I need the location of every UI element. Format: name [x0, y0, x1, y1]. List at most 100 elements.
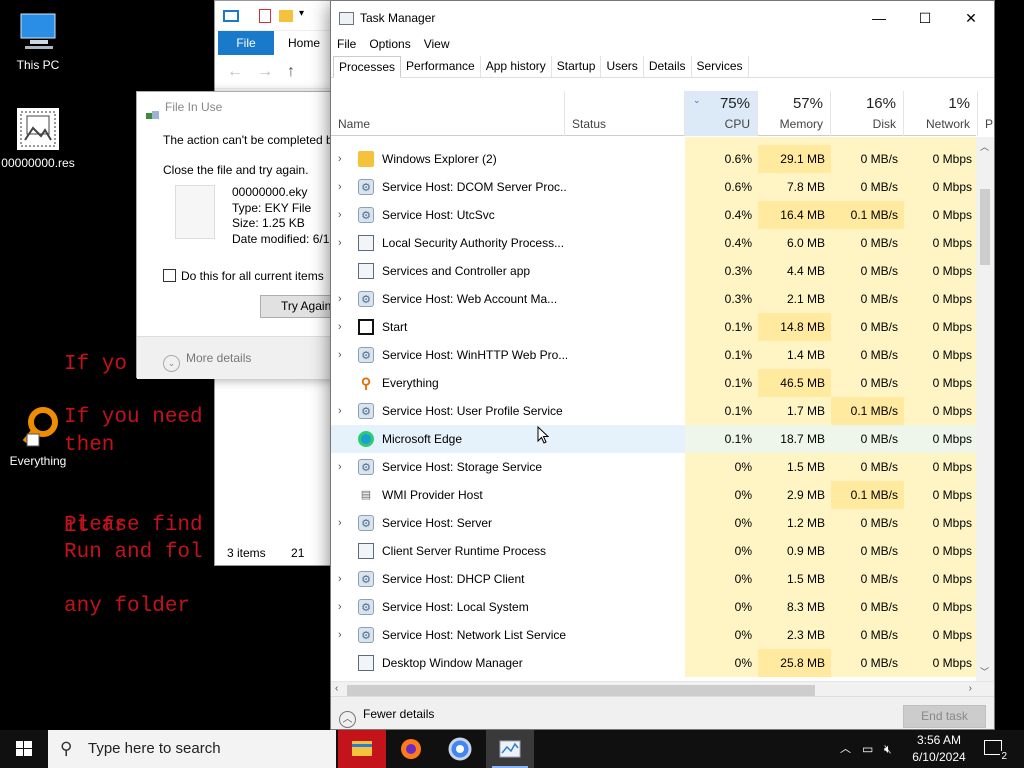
column-power[interactable]: P [978, 91, 998, 136]
chevron-down-icon[interactable]: ▾ [299, 8, 304, 19]
expand-chevron-icon[interactable]: › [338, 201, 348, 229]
tab-performance[interactable]: Performance [401, 56, 481, 77]
column-memory[interactable]: 57% Memory [758, 91, 831, 136]
tab-app-history[interactable]: App history [481, 56, 552, 77]
table-row[interactable]: › ⚙ Service Host: Storage Service 0% 1.5 MB 0… [331, 453, 976, 481]
column-disk[interactable]: 16% Disk [831, 91, 904, 136]
scroll-right-arrow-icon[interactable]: › [969, 683, 972, 694]
ribbon-tab-home[interactable]: Home [288, 31, 320, 55]
table-row[interactable]: › ⚙ Service Host: Local System 0% 8.3 MB 0 MB… [331, 593, 976, 621]
up-arrow-icon[interactable]: ↑ [287, 63, 309, 80]
taskbar-clock[interactable]: 3:56 AM 6/10/2024 [900, 732, 978, 766]
scrollbar-thumb[interactable] [347, 685, 815, 696]
memory-cell: 2.3 MB [758, 621, 831, 649]
table-row[interactable]: Services and Controller app 0.3% 4.4 MB 0 M… [331, 257, 976, 285]
process-name: Service Host: Local System [382, 600, 529, 614]
network-icon[interactable]: ▭ [862, 730, 873, 768]
scroll-down-arrow-icon[interactable]: ﹀ [980, 665, 989, 678]
table-row[interactable]: › ⚙ Service Host: DCOM Server Proc... 0.6% 7… [331, 173, 976, 201]
end-task-button[interactable]: End task [903, 705, 986, 728]
table-row[interactable]: Microsoft Edge 0.1% 18.7 MB 0 MB/s 0 Mbps [331, 425, 976, 453]
expand-chevron-icon[interactable]: › [338, 397, 348, 425]
menu-options[interactable]: Options [369, 35, 410, 54]
menu-view[interactable]: View [424, 35, 450, 54]
maximize-button[interactable]: ☐ [902, 1, 948, 35]
checkbox-box[interactable] [163, 269, 176, 282]
ribbon-tab-file[interactable]: File [218, 31, 274, 55]
table-row[interactable]: ▤ WMI Provider Host 0% 2.9 MB 0.1 MB/s 0 Mbps [331, 481, 976, 509]
disk-cell: 0 MB/s [831, 313, 904, 341]
chevron-up-icon[interactable]: ︿ [840, 730, 851, 768]
minimize-button[interactable]: — [856, 1, 902, 35]
column-name[interactable]: Name [331, 91, 565, 136]
window-icon [358, 543, 374, 559]
file-in-use-dialog[interactable]: File In Use The action can't be complete… [136, 91, 350, 379]
process-list[interactable]: › Windows Explorer (2) 0.6% 29.1 MB 0 MB/s 0 … [331, 137, 976, 681]
expand-chevron-icon[interactable]: › [338, 509, 348, 537]
start-button[interactable] [0, 730, 48, 768]
tab-details[interactable]: Details [644, 56, 692, 77]
chrome-icon [448, 737, 472, 761]
tab-startup[interactable]: Startup [552, 56, 602, 77]
column-label: CPU [724, 117, 750, 131]
fewer-details-toggle[interactable]: ︿ Fewer details [339, 705, 434, 728]
forward-arrow-icon[interactable]: → [257, 63, 287, 80]
taskbar-task-manager[interactable] [486, 730, 534, 768]
table-row[interactable]: › ⚙ Service Host: User Profile Service 0.1%… [331, 397, 976, 425]
tab-services[interactable]: Services [692, 56, 749, 77]
expand-chevron-icon[interactable]: › [338, 229, 348, 257]
properties-icon[interactable] [259, 9, 271, 23]
desktop-icon-this-pc[interactable]: This PC [0, 8, 76, 72]
column-percent: 75% [719, 95, 750, 112]
scroll-up-arrow-icon[interactable]: ︿ [980, 140, 989, 153]
column-cpu[interactable]: ⌄ 75% CPU [685, 91, 758, 136]
taskbar-search[interactable]: ⚲ Type here to search [48, 730, 336, 768]
taskbar-file-explorer[interactable] [338, 730, 386, 768]
back-arrow-icon[interactable]: ← [227, 63, 257, 80]
expand-chevron-icon[interactable]: › [338, 453, 348, 481]
scrollbar-thumb[interactable] [980, 189, 990, 265]
column-network[interactable]: 1% Network [904, 91, 978, 136]
notification-center-button[interactable]: 2 [984, 740, 1008, 762]
magnifier-icon [22, 407, 58, 447]
tab-users[interactable]: Users [601, 56, 644, 77]
firefox-icon [401, 739, 421, 759]
table-row[interactable]: ⚲ Everything 0.1% 46.5 MB 0 MB/s 0 Mbps [331, 369, 976, 397]
volume-muted-icon[interactable]: 🔇︎ [884, 730, 892, 768]
table-row[interactable]: › ⚙ Service Host: DHCP Client 0% 1.5 MB 0 MB/… [331, 565, 976, 593]
expand-chevron-icon[interactable]: › [338, 313, 348, 341]
expand-chevron-icon[interactable]: › [338, 621, 348, 649]
table-row[interactable]: › ⚙ Service Host: WinHTTP Web Pro... 0.1% 1.… [331, 341, 976, 369]
task-manager-window[interactable]: Task Manager — ☐ ✕ File Options View Pro… [330, 0, 995, 730]
vertical-scrollbar[interactable]: ︿ ﹀ [976, 137, 994, 681]
menu-file[interactable]: File [337, 35, 356, 54]
table-row[interactable]: › Local Security Authority Process... 0.4%… [331, 229, 976, 257]
taskbar-chrome[interactable] [436, 730, 484, 768]
table-row[interactable]: › ⚙ Service Host: Server 0% 1.2 MB 0 MB/s 0 Mb… [331, 509, 976, 537]
table-row[interactable]: › Start 0.1% 14.8 MB 0 MB/s 0 Mbps [331, 313, 976, 341]
close-button[interactable]: ✕ [948, 1, 994, 35]
more-details-toggle[interactable]: ⌄ More details [137, 336, 335, 379]
expand-chevron-icon[interactable]: › [338, 145, 348, 173]
desktop-icon-res-file[interactable]: 00000000.res [0, 106, 76, 170]
column-status[interactable]: Status [565, 91, 685, 136]
table-row[interactable]: › Windows Explorer (2) 0.6% 29.1 MB 0 MB/s 0 … [331, 145, 976, 173]
folder-icon[interactable] [279, 10, 293, 22]
memory-cell: 2.9 MB [758, 481, 831, 509]
expand-chevron-icon[interactable]: › [338, 341, 348, 369]
table-row[interactable]: Client Server Runtime Process 0% 0.9 MB 0 M… [331, 537, 976, 565]
expand-chevron-icon[interactable]: › [338, 285, 348, 313]
table-row[interactable] [331, 137, 976, 145]
table-row[interactable]: › ⚙ Service Host: UtcSvc 0.4% 16.4 MB 0.1 MB/… [331, 201, 976, 229]
scroll-left-arrow-icon[interactable]: ‹ [335, 683, 338, 694]
fewer-details-label: Fewer details [363, 707, 435, 721]
expand-chevron-icon[interactable]: › [338, 565, 348, 593]
expand-chevron-icon[interactable]: › [338, 593, 348, 621]
apply-all-checkbox[interactable]: Do this for all current items [163, 269, 324, 283]
table-row[interactable]: Desktop Window Manager 0% 25.8 MB 0 MB/s 0 M… [331, 649, 976, 677]
expand-chevron-icon[interactable]: › [338, 173, 348, 201]
table-row[interactable]: › ⚙ Service Host: Network List Service 0% 2.… [331, 621, 976, 649]
table-row[interactable]: › ⚙ Service Host: Web Account Ma... 0.3% 2.1… [331, 285, 976, 313]
taskbar-firefox[interactable] [387, 730, 435, 768]
tab-processes[interactable]: Processes [333, 56, 402, 78]
